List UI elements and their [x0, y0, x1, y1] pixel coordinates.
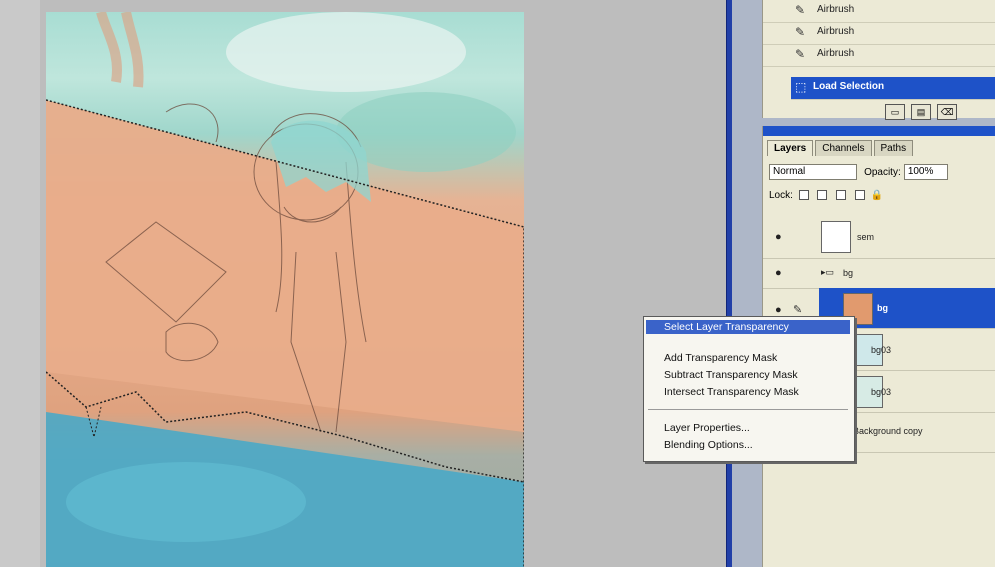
layer-name: bg — [877, 303, 888, 313]
menu-item-layer-properties[interactable]: Layer Properties... — [646, 421, 850, 435]
lock-icon: 🔒 — [870, 190, 884, 201]
history-state-label: Airbrush — [817, 26, 855, 37]
layers-panel-titlebar[interactable] — [763, 126, 995, 136]
layer-name: sem — [857, 232, 875, 242]
layer-row[interactable]: ● sem — [763, 216, 995, 259]
layer-group-row[interactable]: ● ▸▭ bg — [763, 258, 995, 289]
menu-item-intersect-transparency-mask[interactable]: Intersect Transparency Mask — [646, 385, 850, 399]
workspace-left-strip — [0, 0, 40, 567]
lock-label: Lock: — [769, 190, 793, 201]
lock-all-checkbox[interactable] — [855, 190, 866, 201]
layer-name: bg03 — [871, 387, 892, 397]
menu-item-add-transparency-mask[interactable]: Add Transparency Mask — [646, 351, 850, 365]
canvas-artwork — [46, 12, 524, 567]
blend-row: Normal Opacity: 100% — [769, 164, 948, 180]
lock-transparency-checkbox[interactable] — [798, 190, 809, 201]
airbrush-icon: ✎ — [795, 25, 806, 39]
selection-icon: ⬚ — [795, 80, 807, 94]
history-state[interactable]: ✎ Airbrush — [763, 22, 995, 45]
layer-context-menu: Select Layer Transparency Add Transparen… — [643, 316, 855, 462]
tab-paths[interactable]: Paths — [873, 140, 914, 156]
history-state-label: Airbrush — [817, 48, 855, 59]
eye-icon[interactable]: ● — [775, 231, 787, 243]
document-canvas[interactable] — [46, 12, 524, 567]
airbrush-icon: ✎ — [795, 3, 806, 17]
new-snapshot-icon[interactable]: ▭ — [885, 104, 905, 120]
eye-icon[interactable]: ● — [775, 267, 787, 279]
new-document-icon[interactable]: ▤ — [911, 104, 932, 120]
history-state[interactable]: ✎ Airbrush — [763, 0, 995, 23]
menu-item-select-layer-transparency[interactable]: Select Layer Transparency — [646, 320, 850, 334]
opacity-label: Opacity: — [864, 166, 901, 178]
eye-icon[interactable]: ● — [775, 304, 787, 316]
lock-pixels-checkbox[interactable] — [817, 190, 828, 201]
folder-icon: ▸▭ — [821, 267, 835, 277]
tab-channels[interactable]: Channels — [815, 140, 872, 156]
layer-thumbnail — [821, 221, 851, 253]
history-state-load-selection[interactable]: ⬚ Load Selection — [791, 77, 995, 100]
menu-item-subtract-transparency-mask[interactable]: Subtract Transparency Mask — [646, 368, 850, 382]
menu-separator — [648, 409, 848, 410]
brush-icon: ✎ — [793, 304, 803, 316]
layer-name: bg — [843, 268, 854, 278]
layer-name: bg03 — [871, 345, 892, 355]
history-state[interactable]: ✎ Airbrush — [763, 44, 995, 67]
menu-item-blending-options[interactable]: Blending Options... — [646, 438, 850, 452]
tab-layers[interactable]: Layers — [767, 140, 814, 156]
history-buttons: ▭ ▤ ⌫ — [885, 104, 960, 120]
lock-position-checkbox[interactable] — [836, 190, 847, 201]
airbrush-icon: ✎ — [795, 47, 806, 61]
history-panel: ✎ Airbrush ✎ Airbrush ✎ Airbrush ⬚ Load … — [762, 0, 995, 120]
blend-mode-select[interactable]: Normal — [769, 164, 857, 180]
history-state-label: Airbrush — [817, 4, 855, 15]
trash-icon[interactable]: ⌫ — [937, 104, 958, 120]
lock-row: Lock: 🔒 — [769, 190, 883, 201]
history-state-label: Load Selection — [813, 81, 885, 92]
layer-name: Background copy — [853, 426, 923, 436]
layers-tabs: Layers Channels Paths — [767, 140, 915, 156]
opacity-field[interactable]: 100% — [903, 164, 948, 180]
